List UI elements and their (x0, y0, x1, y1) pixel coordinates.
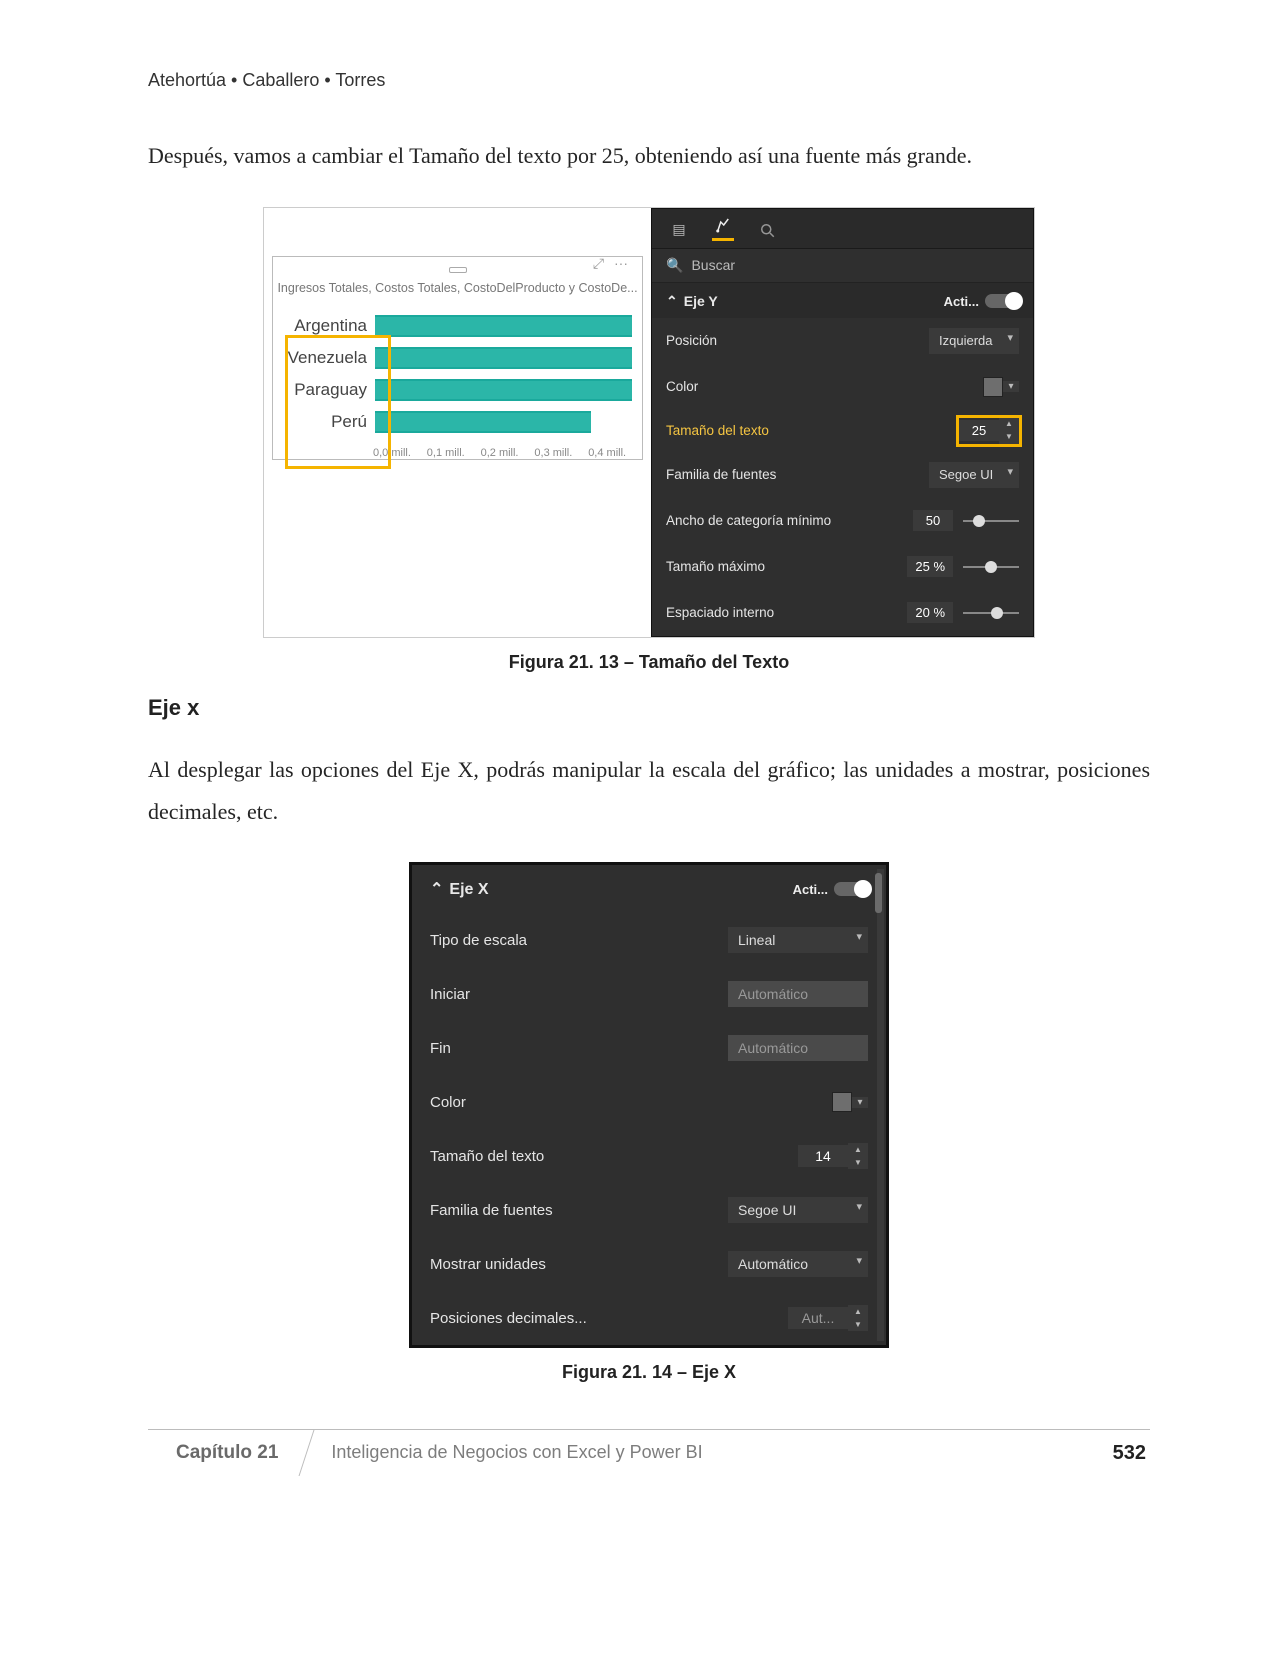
category-label: Paraguay (283, 380, 375, 400)
format-tab-icon[interactable] (712, 219, 734, 241)
chevron-up-icon: ⌃ (666, 293, 678, 309)
chevron-down-icon: ▾ (852, 1097, 868, 1108)
color-swatch (832, 1092, 852, 1112)
page-number: 532 (1113, 1442, 1150, 1465)
scrollbar-thumb[interactable] (875, 873, 882, 913)
row-fin: Fin Automático (412, 1021, 886, 1075)
row-decimales: Posiciones decimales... Aut... ▲▼ (412, 1291, 886, 1345)
row-ancho-categoria: Ancho de categoría mínimo 50 (652, 498, 1033, 544)
search-placeholder: Buscar (691, 257, 735, 273)
row-color-x: Color ▾ (412, 1075, 886, 1129)
x-tick: 0,4 mill. (588, 447, 642, 459)
row-posicion: Posición Izquierda (652, 318, 1033, 364)
chevron-down-icon: ▾ (1003, 381, 1019, 392)
decimales-spinner[interactable]: Aut... ▲▼ (788, 1305, 868, 1331)
category-label: Perú (283, 412, 375, 432)
espaciado-slider[interactable] (963, 612, 1019, 614)
color-picker[interactable]: ▾ (983, 374, 1019, 400)
espaciado-value[interactable]: 20 % (907, 602, 953, 623)
row-iniciar: Iniciar Automático (412, 967, 886, 1021)
figure-21-14: ⌃Eje X Acti... Tipo de escala Lineal Ini… (409, 862, 889, 1348)
footer-chapter: Capítulo 21 (141, 1430, 315, 1476)
row-tamano-texto: Tamaño del texto 25 ▲▼ (652, 410, 1033, 452)
page-footer: Capítulo 21 Inteligencia de Negocios con… (148, 1429, 1150, 1476)
section-header-eje-y[interactable]: ⌃Eje Y Acti... (652, 283, 1033, 318)
figure-caption-1: Figura 21. 13 – Tamaño del Texto (148, 652, 1150, 673)
drag-handle-icon[interactable] (449, 267, 467, 273)
x-axis-ticks: 0,0 mill. 0,1 mill. 0,2 mill. 0,3 mill. … (273, 443, 642, 459)
familia-dropdown-x[interactable]: Segoe UI (728, 1197, 868, 1223)
row-mostrar-unidades: Mostrar unidades Automático (412, 1237, 886, 1291)
spinner-icon[interactable]: ▲▼ (848, 1305, 868, 1331)
focus-mode-icon[interactable]: ⤢ (593, 255, 604, 272)
row-familia-fuentes: Familia de fuentes Segoe UI (652, 452, 1033, 498)
spinner-icon[interactable]: ▲▼ (848, 1143, 868, 1169)
paragraph-1: Después, vamos a cambiar el Tamaño del t… (148, 135, 1150, 177)
search-row[interactable]: 🔍 Buscar (652, 249, 1033, 283)
tamano-texto-spinner-x[interactable]: 14 ▲▼ (798, 1143, 868, 1169)
familia-dropdown[interactable]: Segoe UI (929, 462, 1019, 488)
color-picker-x[interactable]: ▾ (832, 1089, 868, 1115)
paragraph-2: Al desplegar las opciones del Eje X, pod… (148, 749, 1150, 833)
fields-tab-icon[interactable]: ▤ (668, 219, 690, 241)
ancho-slider[interactable] (963, 520, 1019, 522)
format-panel-eje-y: ▤ 🔍 Buscar ⌃Eje Y Acti... P (651, 208, 1034, 637)
search-icon: 🔍 (666, 257, 683, 274)
x-tick: 0,0 mill. (373, 447, 427, 459)
more-options-icon[interactable]: ··· (614, 255, 628, 271)
page-header-authors: Atehortúa • Caballero • Torres (148, 70, 1150, 91)
fin-input[interactable]: Automático (728, 1035, 868, 1061)
posicion-dropdown[interactable]: Izquierda (929, 328, 1019, 354)
tamano-texto-spinner[interactable]: 25 ▲▼ (959, 418, 1019, 444)
section-toggle[interactable]: Acti... (944, 294, 1019, 309)
unidades-dropdown[interactable]: Automático (728, 1251, 868, 1277)
bar-chart: Argentina Venezuela Paraguay Perú (273, 303, 642, 443)
figure-21-13: ⤢ ··· Ingresos Totales, Costos Totales, … (263, 207, 1035, 638)
spinner-icon[interactable]: ▲▼ (999, 418, 1019, 444)
category-label: Venezuela (283, 348, 375, 368)
ancho-value[interactable]: 50 (913, 510, 953, 531)
analytics-tab-icon[interactable] (756, 219, 778, 241)
x-tick: 0,3 mill. (534, 447, 588, 459)
max-value[interactable]: 25 % (907, 556, 953, 577)
chevron-up-icon: ⌃ (430, 881, 443, 898)
row-familia-fuentes-x: Familia de fuentes Segoe UI (412, 1183, 886, 1237)
color-swatch (983, 377, 1003, 397)
max-slider[interactable] (963, 566, 1019, 568)
tipo-escala-dropdown[interactable]: Lineal (728, 927, 868, 953)
row-color: Color ▾ (652, 364, 1033, 410)
figure-caption-2: Figura 21. 14 – Eje X (148, 1362, 1150, 1383)
row-tamano-texto-x: Tamaño del texto 14 ▲▼ (412, 1129, 886, 1183)
x-tick: 0,1 mill. (427, 447, 481, 459)
footer-book-title: Inteligencia de Negocios con Excel y Pow… (307, 1430, 726, 1476)
x-tick: 0,2 mill. (481, 447, 535, 459)
section-toggle[interactable]: Acti... (793, 882, 868, 897)
heading-eje-x: Eje x (148, 695, 1150, 721)
row-espaciado: Espaciado interno 20 % (652, 590, 1033, 636)
iniciar-input[interactable]: Automático (728, 981, 868, 1007)
row-tipo-escala: Tipo de escala Lineal (412, 913, 886, 967)
category-label: Argentina (283, 316, 375, 336)
panel-tabs: ▤ (652, 209, 1033, 249)
row-tamano-maximo: Tamaño máximo 25 % (652, 544, 1033, 590)
chart-preview: ⤢ ··· Ingresos Totales, Costos Totales, … (264, 208, 651, 637)
chart-title: Ingresos Totales, Costos Totales, CostoD… (273, 277, 642, 303)
section-header-eje-x[interactable]: ⌃Eje X Acti... (412, 865, 886, 913)
